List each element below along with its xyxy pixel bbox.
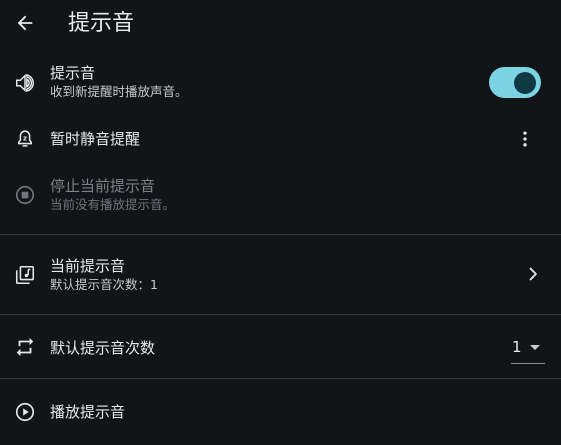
divider [0, 234, 561, 235]
page-title: 提示音 [68, 11, 135, 36]
setting-text-stop-current: 停止当前提示音 当前没有播放提示音。 [50, 176, 175, 214]
setting-text-default-repeat: 默认提示音次数 [50, 338, 155, 358]
alarm-snooze-icon: z [13, 127, 37, 151]
setting-row-snooze[interactable]: z 暂时静音提醒 [0, 116, 561, 162]
alert-sound-toggle[interactable] [489, 67, 541, 98]
play-circle-icon [13, 400, 37, 424]
setting-row-alert-sound[interactable]: 提示音 收到新提醒时播放声音。 [0, 56, 561, 110]
more-options-button[interactable] [513, 127, 537, 151]
repeat-count-dropdown[interactable]: 1 [511, 336, 545, 364]
stop-circle-icon [13, 183, 37, 207]
chevron-right-icon [529, 267, 537, 281]
setting-row-default-repeat[interactable]: 默认提示音次数 [0, 326, 561, 370]
setting-subtitle: 当前没有播放提示音。 [50, 197, 176, 212]
dropdown-value: 1 [512, 338, 522, 356]
setting-title: 暂时静音提醒 [50, 130, 141, 148]
setting-row-play-sound[interactable]: 播放提示音 [0, 390, 561, 434]
setting-subtitle: 收到新提醒时播放声音。 [50, 84, 188, 99]
divider [0, 378, 561, 379]
alert-sound-settings-screen: 提示音 提示音 收到新提醒时播放声音。 z 暂时静音提醒 停止当前提示音 当前没… [0, 0, 561, 445]
setting-text-snooze: 暂时静音提醒 [50, 129, 140, 149]
volume-icon [13, 71, 37, 95]
setting-row-current-sound[interactable]: 当前提示音 默认提示音次数：1 [0, 246, 561, 304]
setting-text-current-sound: 当前提示音 默认提示音次数：1 [50, 256, 158, 294]
arrow-back-icon [17, 15, 33, 31]
setting-text-play-sound: 播放提示音 [50, 402, 125, 422]
app-bar: 提示音 [0, 0, 561, 48]
repeat-icon [13, 335, 37, 359]
setting-title: 停止当前提示音 [50, 177, 156, 195]
setting-title: 提示音 [50, 64, 96, 82]
setting-title: 默认提示音次数 [50, 339, 156, 357]
divider [0, 314, 561, 315]
setting-text-alert-sound: 提示音 收到新提醒时播放声音。 [50, 63, 188, 101]
more-vert-icon [523, 131, 527, 147]
setting-subtitle: 默认提示音次数：1 [50, 277, 158, 292]
back-button[interactable] [10, 8, 40, 38]
chevron-down-icon [530, 345, 540, 350]
setting-title: 当前提示音 [50, 257, 126, 275]
toggle-knob [514, 72, 536, 94]
open-sound-button[interactable] [521, 262, 545, 286]
setting-row-stop-current: 停止当前提示音 当前没有播放提示音。 [0, 170, 561, 226]
svg-text:z: z [23, 134, 27, 142]
music-library-icon [13, 263, 37, 287]
setting-title: 播放提示音 [50, 403, 126, 421]
